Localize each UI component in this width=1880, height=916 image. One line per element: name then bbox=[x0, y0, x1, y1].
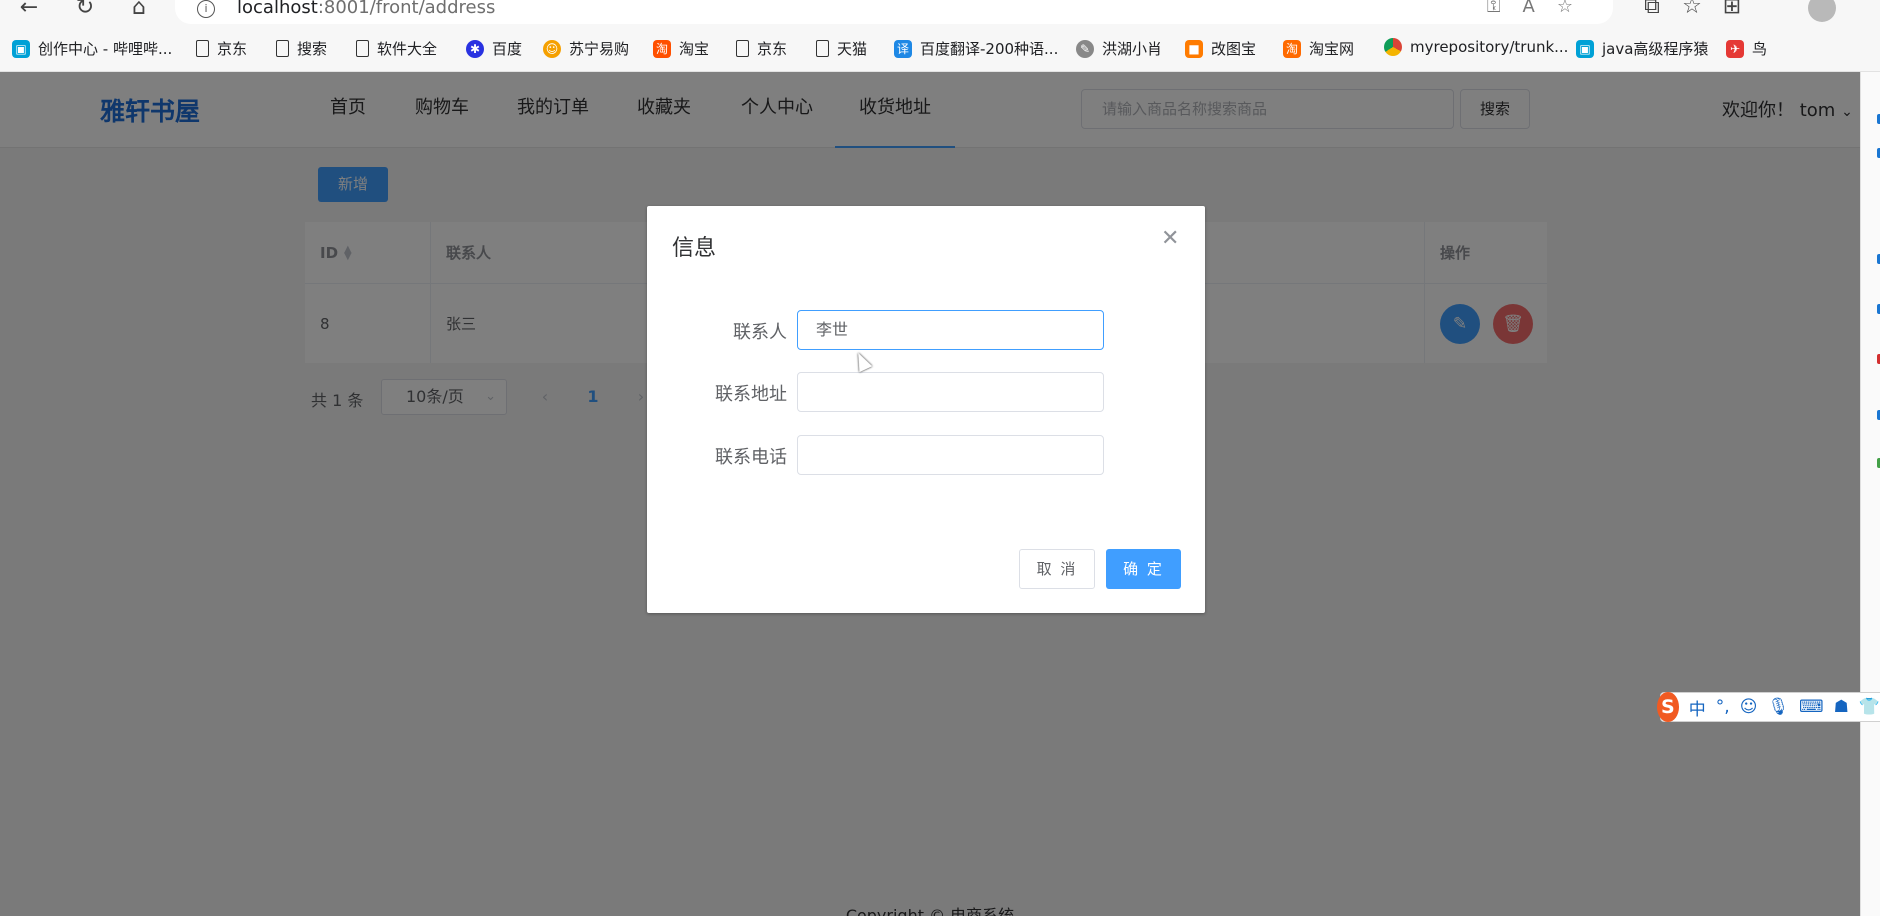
hh-icon: ✎ bbox=[1076, 39, 1094, 58]
ime-punctuation[interactable]: °, bbox=[1716, 697, 1730, 717]
page-icon bbox=[276, 40, 289, 57]
phone-label: 联系电话 bbox=[715, 447, 787, 468]
bookmark-item[interactable]: ✈ 鸟 bbox=[1726, 38, 1767, 59]
reload-icon[interactable]: ↻ bbox=[70, 0, 100, 20]
browser-chrome: ← ↻ ⌂ i localhost:8001/front/address ⚿A☆… bbox=[0, 0, 1880, 72]
taobao-icon: 淘 bbox=[1283, 39, 1301, 58]
bookmark-item[interactable]: myrepository/trunk... bbox=[1384, 38, 1568, 56]
bookmark-item[interactable]: 京东 bbox=[736, 38, 787, 59]
address-input[interactable] bbox=[797, 372, 1104, 412]
chrome-icon bbox=[1384, 38, 1402, 56]
profile-avatar[interactable] bbox=[1808, 0, 1836, 22]
contact-input[interactable]: 李世 bbox=[797, 310, 1104, 350]
bookmark-item[interactable]: ✱ 百度 bbox=[466, 38, 522, 59]
user-icon[interactable]: ☗ bbox=[1834, 697, 1849, 717]
suning-icon: ☺ bbox=[543, 39, 561, 58]
dialog-title: 信息 bbox=[672, 236, 717, 261]
address-bar-icons: ⚿A☆ bbox=[1487, 0, 1595, 17]
address-url[interactable]: localhost:8001/front/address bbox=[237, 0, 495, 18]
bookmark-item[interactable]: 软件大全 bbox=[356, 38, 437, 59]
close-icon[interactable]: ✕ bbox=[1161, 226, 1179, 251]
skin-icon[interactable]: 👕 bbox=[1859, 697, 1880, 717]
phone-input[interactable] bbox=[797, 435, 1104, 475]
bilibili-icon: ▣ bbox=[1576, 39, 1594, 58]
bookmark-item[interactable]: 天猫 bbox=[816, 38, 867, 59]
confirm-button[interactable]: 确 定 bbox=[1106, 549, 1181, 589]
collections-icon[interactable]: ⊞ bbox=[1712, 0, 1752, 19]
bookmark-item[interactable]: 淘淘宝网 bbox=[1283, 38, 1354, 59]
baidu-icon: ✱ bbox=[466, 39, 484, 58]
browser-toolbar-icons: ⧉ ☆ ⊞ bbox=[1632, 0, 1752, 19]
address-bar[interactable]: i localhost:8001/front/address ⚿A☆ bbox=[175, 0, 1613, 24]
address-dialog: 信息 ✕ 联系人 李世 联系地址 联系电话 取 消 确 定 bbox=[647, 206, 1205, 613]
page-icon bbox=[356, 40, 369, 57]
page-icon bbox=[816, 40, 829, 57]
bookmark-item[interactable]: 译百度翻译-200种语... bbox=[894, 38, 1058, 59]
emoji-icon[interactable]: ☺ bbox=[1740, 697, 1758, 717]
ime-mode[interactable]: 中 bbox=[1689, 695, 1706, 720]
bookmark-item[interactable]: 搜索 bbox=[276, 38, 327, 59]
translate-icon: 译 bbox=[894, 39, 912, 58]
key-icon[interactable]: ⚿ bbox=[1487, 0, 1523, 17]
browser-sidebar bbox=[1860, 72, 1880, 916]
extensions-icon[interactable]: ⧉ bbox=[1632, 0, 1672, 19]
home-icon[interactable]: ⌂ bbox=[124, 0, 154, 20]
back-icon[interactable]: ← bbox=[14, 0, 44, 20]
bookmark-item[interactable]: 京东 bbox=[196, 38, 247, 59]
bookmarks-bar: ▣ 创作中心 - 哔哩哔... 京东 搜索 软件大全 ✱ 百度 ☺ 苏宁易购 淘淘宝 … bbox=[0, 36, 1880, 64]
bookmark-item[interactable]: ▣ java高级程序猿 bbox=[1576, 38, 1708, 59]
address-label: 联系地址 bbox=[715, 384, 787, 405]
ime-toolbar: S 中 °, ☺ 🎙 ⌨ ☗ 👕 bbox=[1657, 692, 1880, 722]
keyboard-icon[interactable]: ⌨ bbox=[1799, 697, 1824, 717]
bird-icon: ✈ bbox=[1726, 39, 1744, 58]
favorite-add-icon[interactable]: ☆ bbox=[1557, 0, 1595, 17]
cancel-button[interactable]: 取 消 bbox=[1019, 549, 1095, 589]
page-icon bbox=[736, 40, 749, 57]
microphone-icon[interactable]: 🎙 bbox=[1767, 697, 1789, 717]
bilibili-icon: ▣ bbox=[12, 39, 30, 58]
taobao-icon: 淘 bbox=[653, 39, 671, 58]
site-info-icon[interactable]: i bbox=[197, 0, 215, 18]
bookmark-item[interactable]: ✎ 洪湖小肖 bbox=[1076, 38, 1162, 59]
contact-label: 联系人 bbox=[733, 322, 787, 343]
read-aloud-icon[interactable]: A bbox=[1523, 0, 1557, 17]
favorites-icon[interactable]: ☆ bbox=[1672, 0, 1712, 19]
browser-nav-row: ← ↻ ⌂ i localhost:8001/front/address ⚿A☆… bbox=[0, 0, 1880, 30]
page-icon bbox=[196, 40, 209, 57]
bookmark-item[interactable]: 淘淘宝 bbox=[653, 38, 709, 59]
bookmark-item[interactable]: ■ 改图宝 bbox=[1185, 38, 1256, 59]
gaitubao-icon: ■ bbox=[1185, 39, 1203, 58]
bookmark-item[interactable]: ☺ 苏宁易购 bbox=[543, 38, 629, 59]
sogou-logo-icon[interactable]: S bbox=[1657, 692, 1679, 722]
bookmark-item[interactable]: ▣ 创作中心 - 哔哩哔... bbox=[12, 38, 172, 59]
